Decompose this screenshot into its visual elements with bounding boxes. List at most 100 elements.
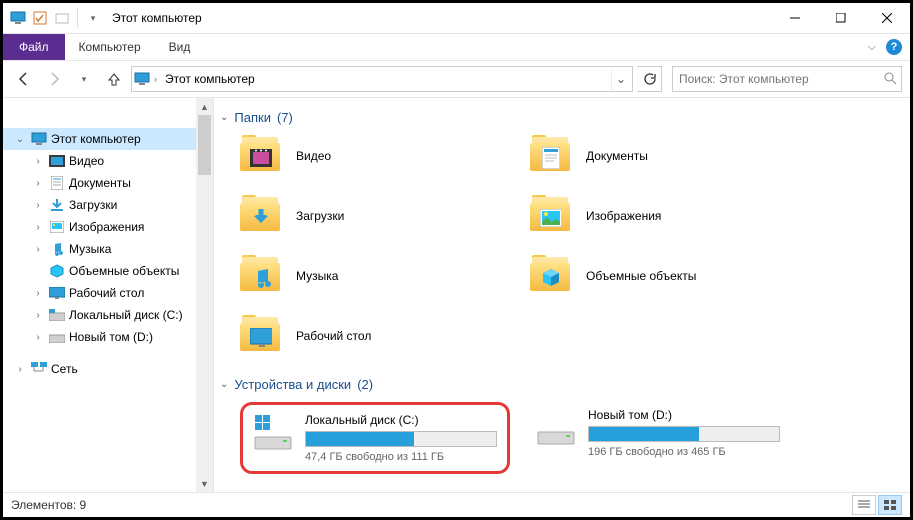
- view-tab[interactable]: Вид: [155, 34, 205, 60]
- collapse-icon[interactable]: ⌄: [13, 134, 27, 145]
- minimize-button[interactable]: [772, 3, 818, 33]
- details-view-button[interactable]: [852, 495, 876, 515]
- help-icon[interactable]: ?: [886, 39, 902, 55]
- refresh-button[interactable]: [637, 66, 662, 92]
- address-box[interactable]: › Этот компьютер ⌄: [131, 66, 633, 92]
- sidebar-item-desktop[interactable]: › Рабочий стол: [3, 282, 213, 304]
- folder-3d-objects[interactable]: Объемные объекты: [530, 255, 800, 297]
- folder-label: Видео: [296, 149, 331, 163]
- sidebar-item-music[interactable]: ›Музыка: [3, 238, 213, 260]
- sidebar-item-label: Рабочий стол: [69, 286, 144, 300]
- chevron-down-icon[interactable]: ⌄: [220, 379, 228, 390]
- address-dropdown-icon[interactable]: ⌄: [611, 68, 630, 90]
- desktop-icon: [49, 285, 65, 301]
- search-icon[interactable]: [883, 71, 897, 88]
- folder-icon: [240, 195, 282, 237]
- folder-label: Музыка: [296, 269, 338, 283]
- expand-icon[interactable]: ›: [31, 332, 45, 343]
- music-icon: [49, 241, 65, 257]
- search-box[interactable]: [672, 66, 902, 92]
- cube-icon: [49, 263, 65, 279]
- sidebar-item-label: Документы: [69, 176, 131, 190]
- large-icons-view-button[interactable]: [878, 495, 902, 515]
- sidebar-item-disk-c[interactable]: › Локальный диск (C:): [3, 304, 213, 326]
- sidebar-item-videos[interactable]: ›Видео: [3, 150, 213, 172]
- group-title: Папки: [234, 110, 271, 125]
- drives-group-header[interactable]: ⌄ Устройства и диски (2): [220, 377, 900, 392]
- videos-icon: [49, 153, 65, 169]
- expand-icon[interactable]: ›: [31, 222, 45, 233]
- search-input[interactable]: [677, 71, 879, 87]
- close-button[interactable]: [864, 3, 910, 33]
- scroll-down-icon[interactable]: ▼: [196, 475, 213, 492]
- drive-item[interactable]: Локальный диск (C:)47,4 ГБ свободно из 1…: [240, 402, 510, 474]
- group-title: Устройства и диски: [234, 377, 351, 392]
- item-count: Элементов: 9: [11, 498, 86, 512]
- sidebar-item-label: Сеть: [51, 362, 78, 376]
- disk-icon: [49, 307, 65, 323]
- qat-dropdown-icon[interactable]: ▾: [84, 9, 102, 27]
- sidebar-network[interactable]: › Сеть: [3, 358, 213, 380]
- sidebar-this-pc[interactable]: ⌄ Этот компьютер: [3, 128, 213, 150]
- computer-icon: [9, 9, 27, 27]
- drive-usage-bar: [305, 431, 497, 447]
- new-folder-icon[interactable]: [53, 9, 71, 27]
- ribbon-expand-icon[interactable]: ⌵: [868, 41, 876, 54]
- disk-icon: [253, 413, 293, 453]
- folder-icon: [530, 135, 572, 177]
- drive-item[interactable]: Новый том (D:) 196 ГБ свободно из 465 ГБ: [530, 402, 800, 474]
- content-pane: ⌄ Папки (7) Видео Документы Загруз: [214, 98, 910, 492]
- sidebar-item-downloads[interactable]: › Загрузки: [3, 194, 213, 216]
- sidebar-item-label: Загрузки: [69, 198, 117, 212]
- file-tab[interactable]: Файл: [3, 34, 65, 60]
- drive-usage-bar: [588, 426, 780, 442]
- computer-icon: [134, 71, 150, 87]
- forward-button[interactable]: [41, 66, 67, 92]
- expand-icon[interactable]: ›: [31, 310, 45, 321]
- properties-icon[interactable]: [31, 9, 49, 27]
- computer-icon: [31, 131, 47, 147]
- folders-group-header[interactable]: ⌄ Папки (7): [220, 110, 900, 125]
- drive-free-text: 196 ГБ свободно из 465 ГБ: [588, 446, 794, 458]
- tree: ⌄ Этот компьютер ›Видео › Документы › Загр…: [3, 98, 213, 380]
- folder-icon: [240, 255, 282, 297]
- expand-icon[interactable]: ›: [13, 364, 27, 375]
- folder-documents[interactable]: Документы: [530, 135, 800, 177]
- group-count: (2): [357, 377, 373, 392]
- sidebar-item-pictures[interactable]: ›Изображения: [3, 216, 213, 238]
- folder-videos[interactable]: Видео: [240, 135, 510, 177]
- maximize-button[interactable]: [818, 3, 864, 33]
- folder-music[interactable]: Музыка: [240, 255, 510, 297]
- drive-name: Новый том (D:): [588, 408, 794, 422]
- chevron-right-icon[interactable]: ›: [154, 74, 157, 84]
- drives-grid: Локальный диск (C:)47,4 ГБ свободно из 1…: [240, 402, 900, 474]
- scroll-up-icon[interactable]: ▲: [196, 98, 213, 115]
- folder-downloads[interactable]: Загрузки: [240, 195, 510, 237]
- expand-icon[interactable]: ›: [31, 288, 45, 299]
- folder-desktop[interactable]: Рабочий стол: [240, 315, 510, 357]
- drive-info: Новый том (D:) 196 ГБ свободно из 465 ГБ: [588, 408, 794, 458]
- disk-icon: [536, 408, 576, 448]
- recent-dropdown[interactable]: ▾: [71, 66, 97, 92]
- expand-icon[interactable]: ›: [31, 200, 45, 211]
- downloads-icon: [49, 197, 65, 213]
- back-button[interactable]: [11, 66, 37, 92]
- scroll-thumb[interactable]: [198, 115, 211, 175]
- expand-icon[interactable]: ›: [31, 178, 45, 189]
- expand-icon[interactable]: ›: [31, 244, 45, 255]
- drive-name: Локальный диск (C:): [305, 413, 497, 427]
- folder-pictures[interactable]: Изображения: [530, 195, 800, 237]
- sidebar-item-label: Локальный диск (C:): [69, 308, 183, 322]
- drive-info: Локальный диск (C:)47,4 ГБ свободно из 1…: [305, 413, 497, 463]
- breadcrumb-root[interactable]: Этот компьютер: [161, 70, 259, 88]
- sidebar-scrollbar[interactable]: ▲ ▼: [196, 98, 213, 492]
- folder-label: Загрузки: [296, 209, 344, 223]
- computer-tab[interactable]: Компьютер: [65, 34, 155, 60]
- up-button[interactable]: [101, 66, 127, 92]
- sidebar-item-documents[interactable]: › Документы: [3, 172, 213, 194]
- sidebar-item-3d-objects[interactable]: Объемные объекты: [3, 260, 213, 282]
- navigation-pane: ⌄ Этот компьютер ›Видео › Документы › Загр…: [3, 98, 214, 492]
- sidebar-item-disk-d[interactable]: ›Новый том (D:): [3, 326, 213, 348]
- expand-icon[interactable]: ›: [31, 156, 45, 167]
- chevron-down-icon[interactable]: ⌄: [220, 112, 228, 123]
